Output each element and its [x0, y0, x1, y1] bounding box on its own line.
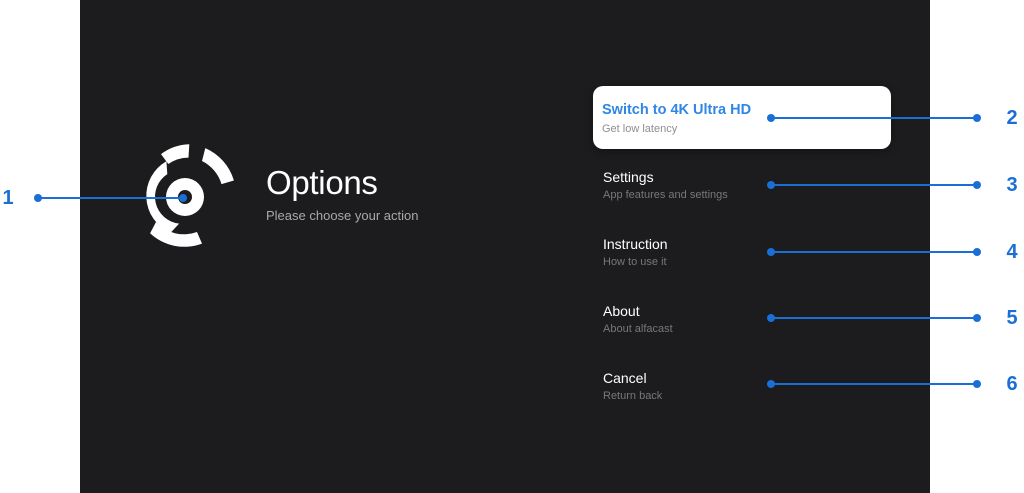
menu-item-label: Cancel [603, 370, 647, 386]
menu-item-about[interactable]: About About alfacast [603, 302, 673, 336]
menu-item-cancel[interactable]: Cancel Return back [603, 369, 662, 403]
annotation-marker-6: 6 [1006, 373, 1018, 395]
menu-item-description: App features and settings [603, 189, 728, 201]
menu-item-switch-4k[interactable]: Switch to 4K Ultra HD Get low latency [602, 101, 751, 136]
menu-item-label: Switch to 4K Ultra HD [602, 102, 752, 118]
annotation-marker-5: 5 [1006, 307, 1018, 329]
menu-item-description: How to use it [603, 256, 667, 268]
menu-item-label: About [603, 303, 640, 319]
menu-item-description: About alfacast [603, 323, 673, 335]
annotation-marker-1: 1 [2, 187, 14, 209]
page-subtitle: Please choose your action [266, 208, 419, 223]
page-title: Options [266, 164, 378, 201]
annotation-marker-4: 4 [1006, 241, 1018, 263]
annotation-marker-2: 2 [1006, 107, 1018, 129]
menu-item-description: Return back [603, 390, 663, 402]
menu-item-settings[interactable]: Settings App features and settings [603, 168, 728, 202]
annotation-marker-3: 3 [1006, 174, 1018, 196]
menu-item-label: Settings [603, 169, 654, 185]
alfacast-logo-icon [146, 144, 234, 247]
menu-item-instruction[interactable]: Instruction How to use it [603, 235, 668, 269]
menu-item-label: Instruction [603, 236, 668, 252]
menu-item-description: Get low latency [602, 123, 678, 135]
